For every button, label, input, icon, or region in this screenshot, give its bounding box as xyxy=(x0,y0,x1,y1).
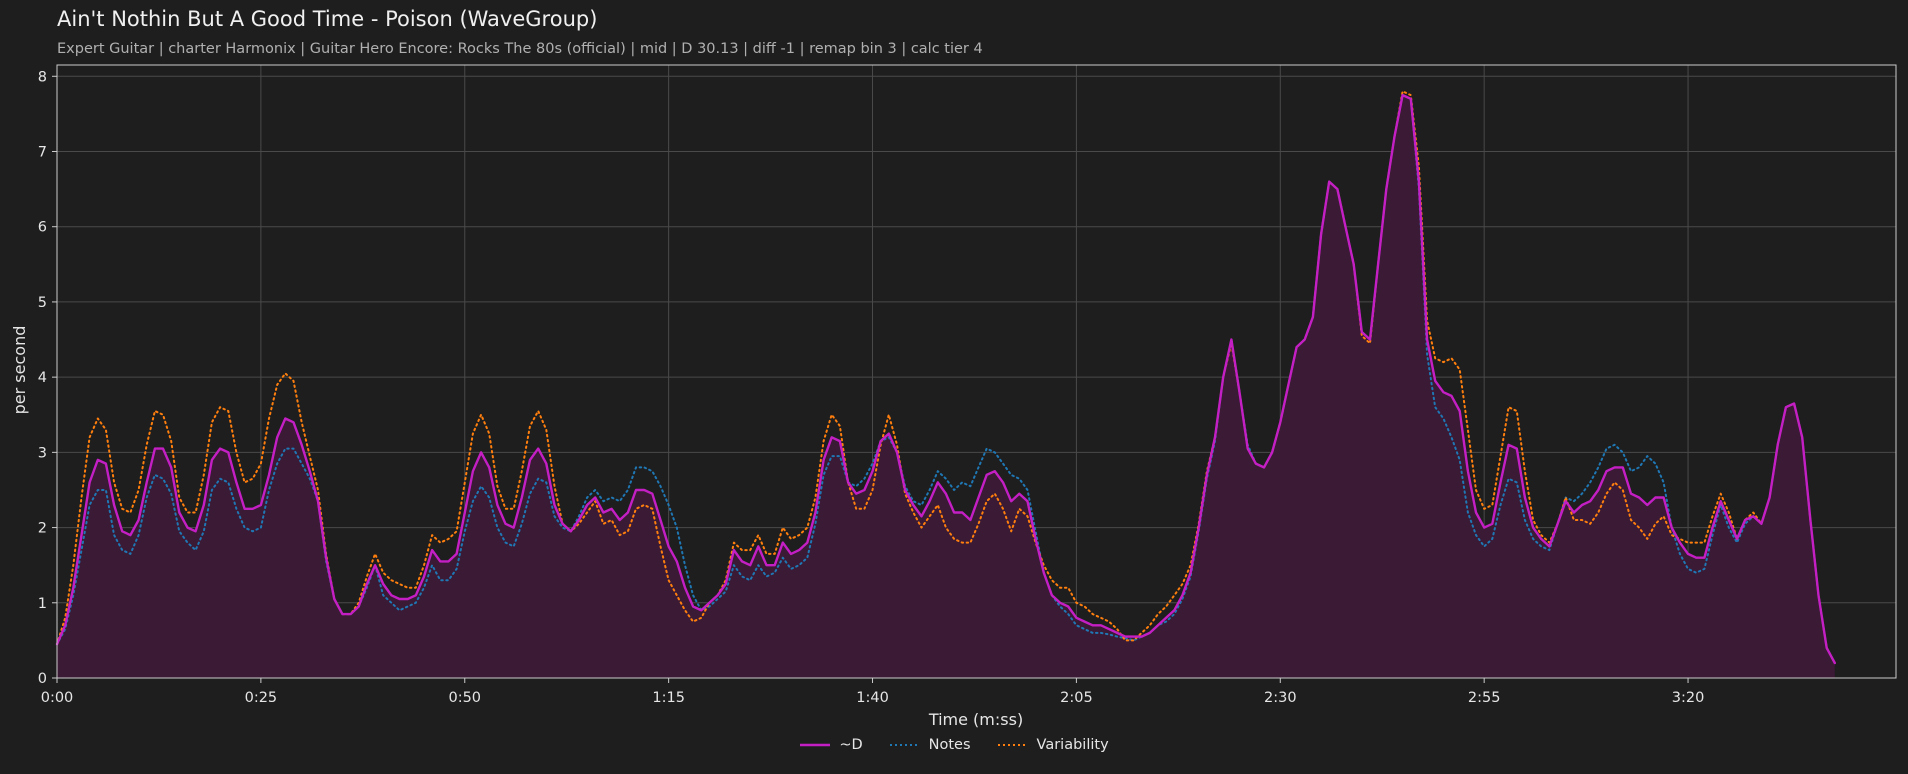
y-tick-label: 7 xyxy=(38,144,47,160)
y-tick-label: 4 xyxy=(38,370,47,386)
legend-item-variability: Variability xyxy=(997,737,1109,753)
x-tick-label: 1:15 xyxy=(652,690,685,706)
y-tick-label: 5 xyxy=(38,295,47,311)
x-tick-label: 2:30 xyxy=(1264,690,1297,706)
x-tick-label: 2:05 xyxy=(1060,690,1093,706)
y-tick-label: 8 xyxy=(38,69,47,85)
x-tick-label: 0:25 xyxy=(245,690,278,706)
legend-item-d: ~D xyxy=(799,737,863,753)
fill-layer xyxy=(57,95,1835,679)
x-tick-label: 2:55 xyxy=(1468,690,1501,706)
legend-swatch-notes-icon xyxy=(889,744,920,746)
y-tick-label: 2 xyxy=(38,521,47,537)
legend-label-d: ~D xyxy=(839,737,863,753)
legend-label-notes: Notes xyxy=(928,737,971,753)
y-tick-label: 0 xyxy=(38,671,47,687)
legend-item-notes: Notes xyxy=(889,737,971,753)
y-tick-label: 3 xyxy=(38,445,47,461)
legend-swatch-d-icon xyxy=(800,743,831,747)
legend-swatch-variability-icon xyxy=(997,744,1028,746)
x-tick-label: 1:40 xyxy=(856,690,889,706)
x-axis-label: Time (m:ss) xyxy=(928,710,1023,729)
x-tick-label: 3:20 xyxy=(1672,690,1705,706)
x-tick-label: 0:50 xyxy=(448,690,481,706)
x-tick-label: 0:00 xyxy=(41,690,74,706)
series-d-area xyxy=(57,95,1835,679)
legend: ~D Notes Variability xyxy=(0,737,1908,753)
y-tick-label: 1 xyxy=(38,596,47,612)
y-axis-label: per second xyxy=(10,326,29,415)
y-tick-label: 6 xyxy=(38,220,47,236)
legend-label-variability: Variability xyxy=(1036,737,1109,753)
chart-canvas: 0:00 0:25 0:50 1:15 1:40 2:05 2:30 2:55 3:20 0 1 2 3… xyxy=(10,64,1897,729)
